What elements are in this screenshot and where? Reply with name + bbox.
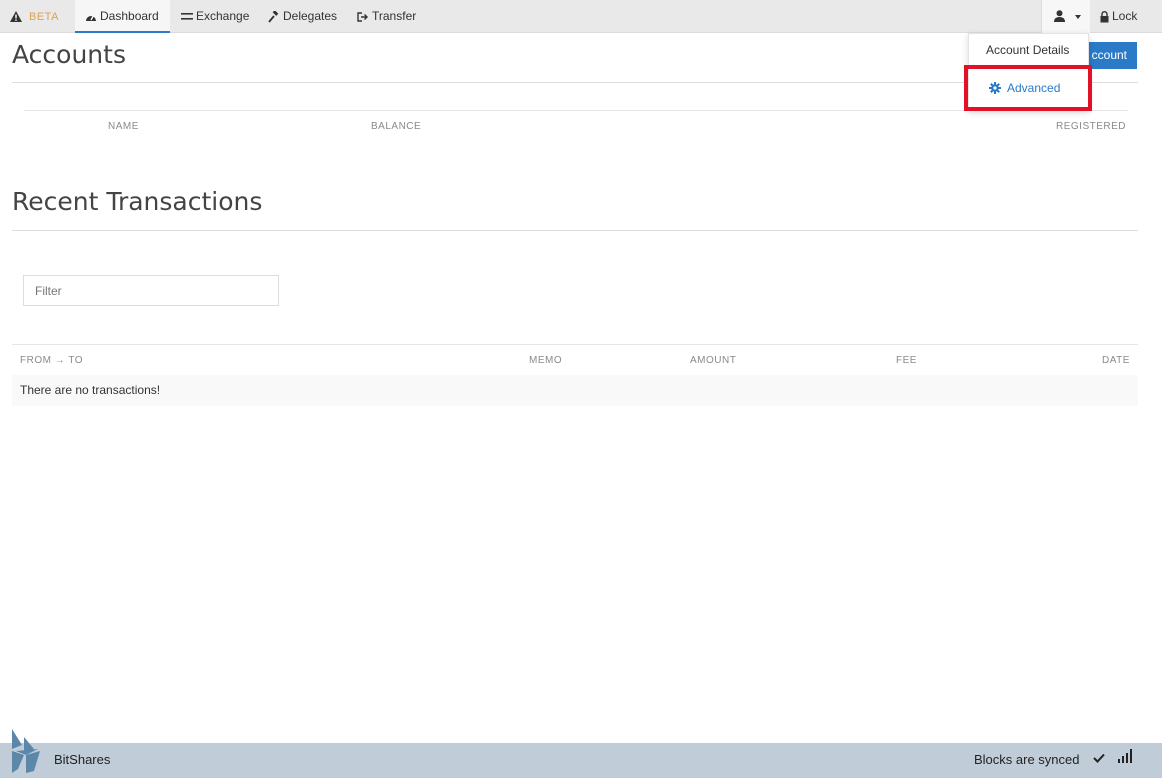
gavel-icon	[268, 10, 279, 23]
nav-exchange-label: Exchange	[196, 9, 250, 23]
exchange-icon	[181, 13, 193, 20]
recent-transactions-title: Recent Transactions	[12, 187, 263, 216]
sync-status: Blocks are synced	[974, 752, 1080, 767]
nav-exchange[interactable]: Exchange	[181, 0, 249, 33]
beta-label: BETA	[29, 11, 59, 23]
nav-transfer[interactable]: Transfer	[357, 0, 416, 33]
transactions-table-top-border	[12, 344, 1138, 345]
nav-delegates-label: Delegates	[283, 9, 338, 23]
bitshares-logo	[12, 729, 40, 773]
brand-name: BitShares	[54, 752, 111, 767]
lock-label: Lock	[1112, 9, 1138, 23]
warning-icon	[10, 11, 22, 23]
sign-out-icon	[357, 12, 368, 22]
user-menu-toggle[interactable]	[1041, 0, 1090, 33]
signal-icon	[1118, 749, 1132, 763]
beta-indicator: BETA	[10, 0, 59, 33]
user-icon	[1054, 10, 1065, 22]
accounts-title: Accounts	[12, 40, 126, 69]
lock-button[interactable]: Lock	[1100, 0, 1137, 33]
transactions-divider	[12, 230, 1138, 231]
accounts-table-top-border	[24, 110, 1128, 111]
chevron-down-icon	[1075, 15, 1081, 19]
check-icon	[1093, 753, 1105, 763]
lock-icon	[1100, 10, 1109, 23]
nav-dashboard[interactable]: Dashboard	[75, 0, 170, 33]
transactions-column-fee[interactable]: FEE	[896, 355, 917, 366]
accounts-column-name[interactable]: NAME	[108, 121, 139, 132]
transactions-column-from-to[interactable]: FROM → TO	[20, 355, 83, 366]
accounts-column-balance[interactable]: BALANCE	[371, 121, 421, 132]
menu-item-advanced[interactable]: Advanced	[969, 81, 1088, 95]
top-nav-bar: BETA Dashboard Exchange Delegates Transf…	[0, 0, 1162, 33]
transactions-column-memo[interactable]: MEMO	[529, 355, 562, 366]
user-dropdown-menu: Account Details Advanced	[968, 33, 1089, 111]
nav-delegates[interactable]: Delegates	[268, 0, 337, 33]
nav-transfer-label: Transfer	[372, 9, 417, 23]
menu-item-account-details[interactable]: Account Details	[969, 43, 1088, 57]
gear-icon	[989, 82, 1001, 94]
menu-item-advanced-label: Advanced	[1007, 81, 1061, 95]
nav-dashboard-label: Dashboard	[100, 9, 159, 23]
accounts-column-registered[interactable]: REGISTERED	[1056, 121, 1126, 132]
transactions-column-amount[interactable]: AMOUNT	[690, 355, 736, 366]
no-transactions-message: There are no transactions!	[12, 375, 1138, 406]
transactions-column-date[interactable]: DATE	[1102, 355, 1130, 366]
dashboard-icon	[86, 15, 96, 21]
filter-input[interactable]	[23, 275, 279, 306]
